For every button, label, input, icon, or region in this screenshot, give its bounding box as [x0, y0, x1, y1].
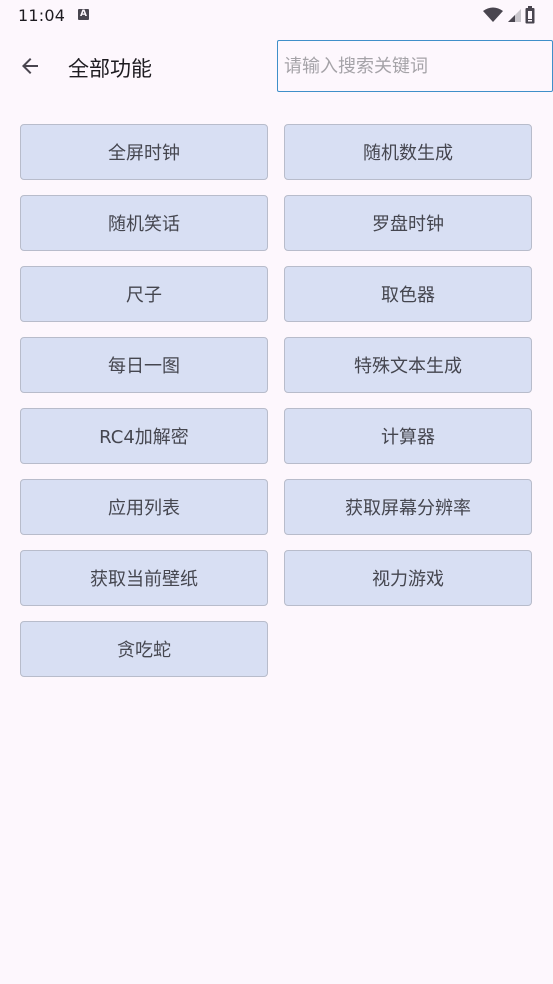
function-button-screen-resolution[interactable]: 获取屏幕分辨率: [284, 479, 532, 535]
function-button-calculator[interactable]: 计算器: [284, 408, 532, 464]
function-button-rc4-crypto[interactable]: RC4加解密: [20, 408, 268, 464]
page-title: 全部功能: [68, 57, 152, 81]
arrow-left-icon: [22, 58, 38, 74]
function-button-fullscreen-clock[interactable]: 全屏时钟: [20, 124, 268, 180]
search-input[interactable]: [277, 40, 553, 92]
function-button-compass-clock[interactable]: 罗盘时钟: [284, 195, 532, 251]
function-button-app-list[interactable]: 应用列表: [20, 479, 268, 535]
wifi-icon: [483, 7, 503, 22]
status-bar: 11:04 A: [0, 0, 553, 32]
status-icons: [483, 6, 535, 24]
function-button-snake-game[interactable]: 贪吃蛇: [20, 621, 268, 677]
function-button-random-joke[interactable]: 随机笑话: [20, 195, 268, 251]
app-bar: 全部功能: [0, 40, 553, 92]
function-button-random-number[interactable]: 随机数生成: [284, 124, 532, 180]
function-button-color-picker[interactable]: 取色器: [284, 266, 532, 322]
function-button-daily-image[interactable]: 每日一图: [20, 337, 268, 393]
a-icon: A: [78, 9, 89, 20]
function-button-special-text[interactable]: 特殊文本生成: [284, 337, 532, 393]
function-grid: 全屏时钟 随机数生成 随机笑话 罗盘时钟 尺子 取色器 每日一图 特殊文本生成 …: [20, 124, 532, 677]
function-button-vision-game[interactable]: 视力游戏: [284, 550, 532, 606]
battery-icon: [525, 6, 535, 24]
cell-signal-icon: [508, 9, 521, 22]
status-time: 11:04: [18, 6, 66, 25]
back-button[interactable]: [12, 48, 48, 84]
function-button-get-wallpaper[interactable]: 获取当前壁纸: [20, 550, 268, 606]
function-button-ruler[interactable]: 尺子: [20, 266, 268, 322]
